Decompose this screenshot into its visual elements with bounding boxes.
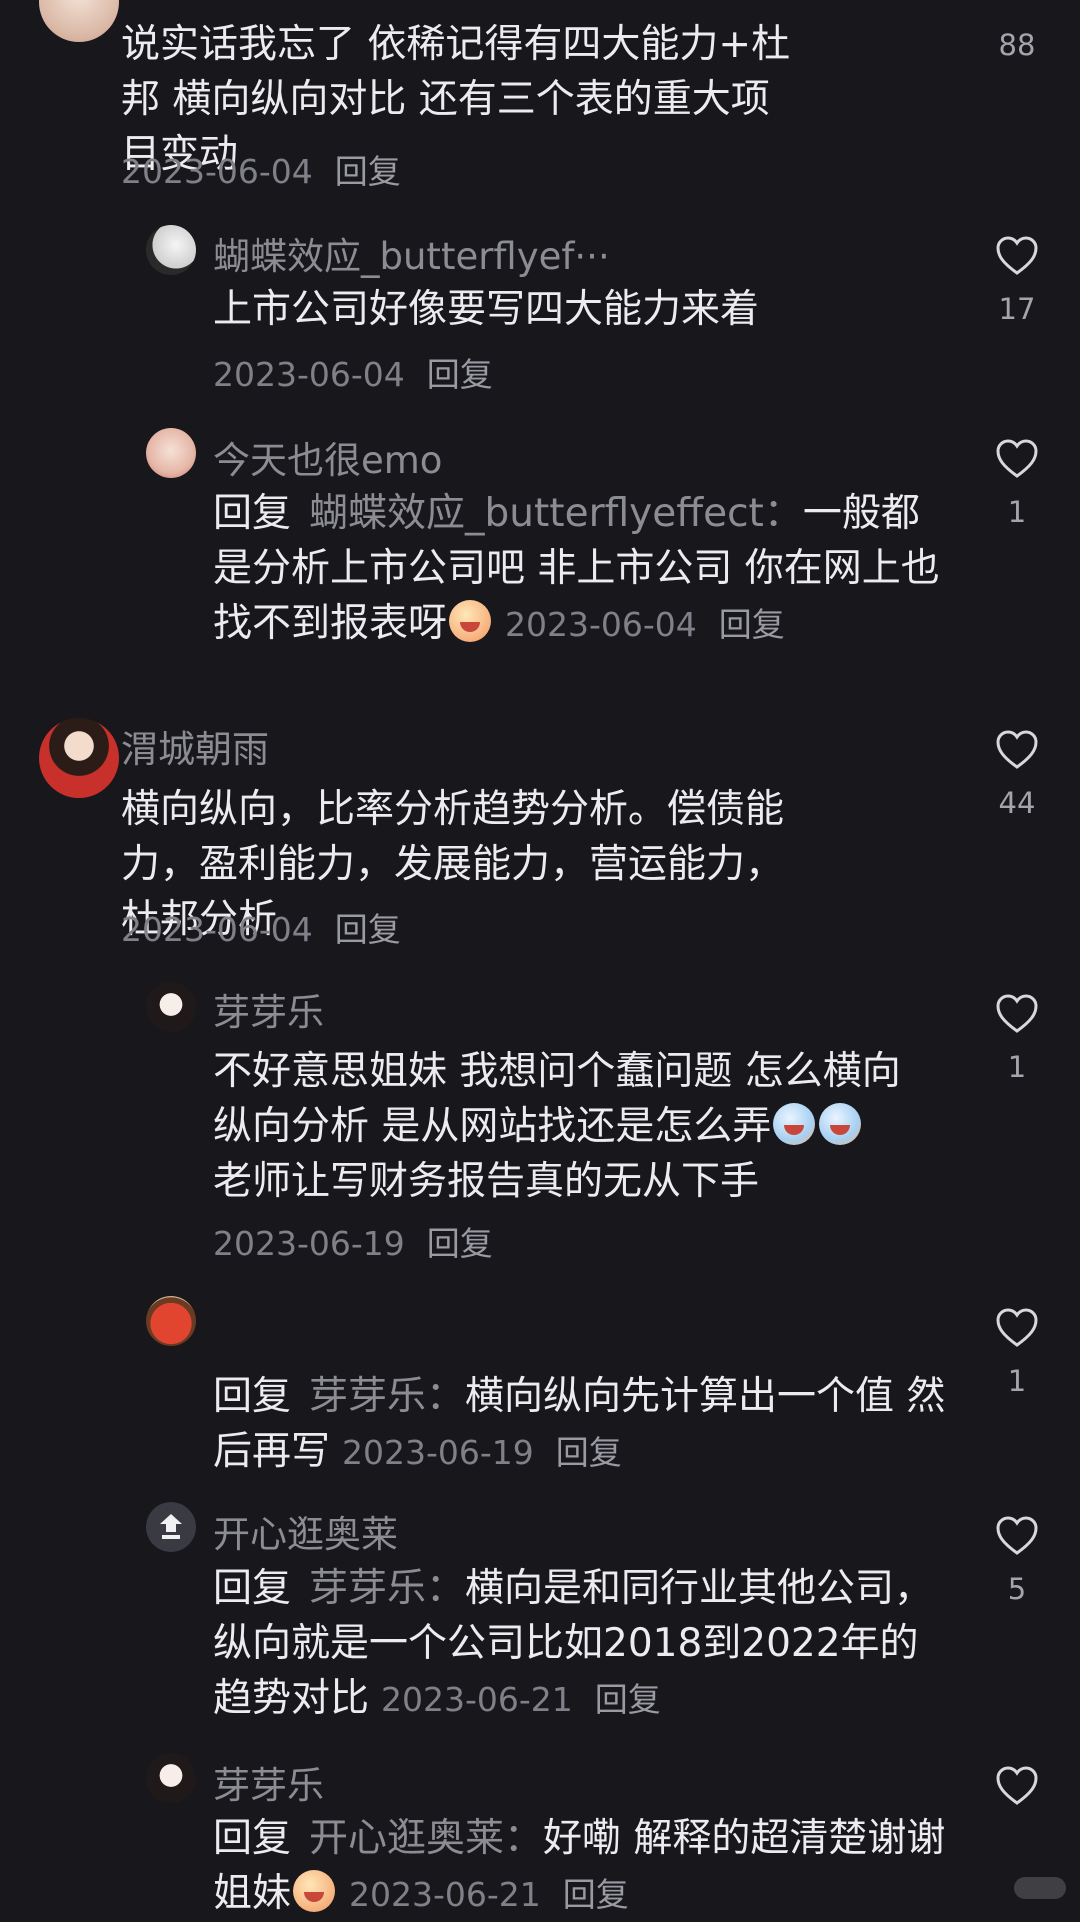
reply-button[interactable]: 回复: [595, 1680, 661, 1719]
comment-text-line: 不好意思姐妹 我想问个蠢问题 怎么横向: [213, 1049, 901, 1094]
reply-target-user[interactable]: 蝴蝶效应_butterflyeffect：: [309, 491, 803, 536]
like-count: 88: [998, 28, 1036, 62]
like-count: 1: [1007, 1364, 1027, 1398]
avatar[interactable]: [39, 0, 119, 42]
reply-prefix: 回复: [213, 1816, 292, 1861]
like-button[interactable]: [995, 730, 1039, 770]
comment-date: 2023-06-04: [121, 910, 313, 949]
username[interactable]: 芽芽乐: [213, 1755, 324, 1809]
reply-button[interactable]: 回复: [563, 1875, 629, 1914]
crying-face-emoji: [293, 1870, 336, 1912]
comment-date: 2023-06-21: [381, 1680, 573, 1719]
comment-meta: 2023-06-04 回复: [121, 145, 401, 193]
reply-prefix: 回复: [213, 1566, 292, 1611]
reply-button[interactable]: 回复: [556, 1433, 622, 1472]
reply-target-user[interactable]: 芽芽乐：: [309, 1374, 465, 1419]
logo-icon: [160, 1514, 182, 1539]
reply-button[interactable]: 回复: [335, 152, 401, 191]
heart-outline-icon: [996, 236, 1038, 275]
username[interactable]: 蝴蝶效应_butterflyef···: [213, 226, 610, 280]
comment-meta: 2023-06-04 回复: [213, 348, 493, 396]
crying-face-emoji: [449, 600, 492, 642]
like-button[interactable]: [995, 1766, 1039, 1806]
avatar[interactable]: [146, 225, 196, 275]
comment-date: 2023-06-19: [213, 1224, 405, 1263]
like-count: 44: [998, 786, 1036, 820]
username[interactable]: 开心逛奥莱: [213, 1504, 398, 1558]
username[interactable]: 今天也很emo: [213, 430, 442, 484]
like-button[interactable]: [995, 1516, 1039, 1556]
avatar[interactable]: [146, 982, 196, 1032]
like-count: 5: [1007, 1572, 1027, 1606]
watermark-logo: [1014, 1877, 1066, 1899]
heart-outline-icon: [996, 994, 1038, 1033]
like-count: 17: [998, 292, 1036, 326]
reply-button[interactable]: 回复: [719, 605, 785, 644]
comment-text: 回复 开心逛奥莱：好嘞 解释的超清楚谢谢姐妹 2023-06-21 回复: [213, 1811, 948, 1922]
comment-text: 回复 芽芽乐：横向是和同行业其他公司，纵向就是一个公司比如2018到2022年的趋…: [213, 1561, 953, 1727]
comment-text: 不好意思姐妹 我想问个蠢问题 怎么横向 纵向分析 是从网站找还是怎么弄 老师让写…: [213, 1044, 953, 1209]
comment-text-line: 纵向分析 是从网站找还是怎么弄: [213, 1099, 953, 1154]
avatar[interactable]: [146, 1502, 196, 1552]
heart-outline-icon: [996, 730, 1038, 769]
heart-outline-icon: [996, 439, 1038, 478]
comment-text: 回复 芽芽乐：横向纵向先计算出一个值 然后再写 2023-06-19 回复: [213, 1369, 948, 1480]
comment-date: 2023-06-19: [342, 1433, 534, 1472]
username[interactable]: 芽芽乐: [213, 982, 324, 1036]
like-button[interactable]: [995, 1308, 1039, 1348]
comment-text: 上市公司好像要写四大能力来着: [213, 287, 760, 332]
comment-date: 2023-06-04: [213, 355, 405, 394]
avatar[interactable]: [146, 1296, 196, 1346]
comment-date: 2023-06-21: [349, 1875, 541, 1914]
comment-body: 纵向分析 是从网站找还是怎么弄: [213, 1104, 772, 1149]
reply-button[interactable]: 回复: [335, 910, 401, 949]
reply-target-user[interactable]: 芽芽乐：: [309, 1566, 465, 1611]
reply-prefix: 回复: [213, 491, 292, 536]
heart-outline-icon: [996, 1516, 1038, 1555]
comment-meta: 2023-06-04 回复: [121, 903, 401, 951]
reply-target-user[interactable]: 开心逛奥莱：: [309, 1816, 543, 1861]
heart-outline-icon: [996, 1766, 1038, 1805]
comment-date: 2023-06-04: [505, 605, 697, 644]
tearful-face-emoji: [819, 1103, 862, 1145]
heart-outline-icon: [996, 1308, 1038, 1347]
tearful-face-emoji: [773, 1103, 816, 1145]
like-button[interactable]: [995, 994, 1039, 1034]
avatar[interactable]: [146, 1753, 196, 1803]
username[interactable]: 渭城朝雨: [121, 719, 269, 773]
comment-text-line: 老师让写财务报告真的无从下手: [213, 1159, 760, 1204]
like-button[interactable]: [995, 439, 1039, 479]
comment-meta: 2023-06-19 回复: [213, 1217, 493, 1265]
reply-prefix: 回复: [213, 1374, 292, 1419]
reply-button[interactable]: 回复: [427, 355, 493, 394]
avatar[interactable]: [39, 718, 119, 798]
like-count: 1: [1007, 1050, 1027, 1084]
avatar[interactable]: [146, 428, 196, 478]
like-count: 1: [1007, 495, 1027, 529]
like-button[interactable]: [995, 236, 1039, 276]
comment-date: 2023-06-04: [121, 152, 313, 191]
reply-button[interactable]: 回复: [427, 1224, 493, 1263]
comment-text: 回复 蝴蝶效应_butterflyeffect：一般都是分析上市公司吧 非上市公司…: [213, 486, 948, 652]
